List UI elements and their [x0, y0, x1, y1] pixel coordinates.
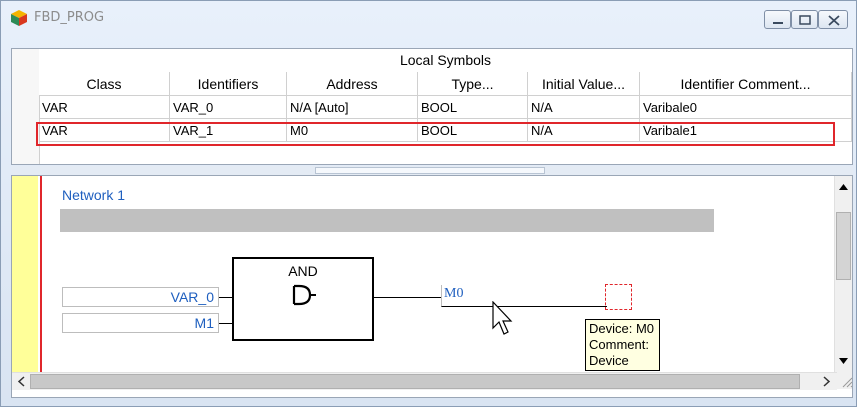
vertical-scroll-thumb[interactable] — [836, 212, 851, 280]
cell-class[interactable]: VAR — [39, 96, 170, 119]
horizontal-scroll-thumb[interactable] — [30, 374, 800, 389]
input-field-m1[interactable]: M1 — [62, 313, 219, 333]
maximize-button[interactable] — [791, 10, 818, 29]
tooltip-device-comment: Device — [589, 353, 629, 368]
minimize-button[interactable] — [764, 10, 791, 29]
cell-class[interactable]: VAR — [39, 119, 170, 142]
table-row[interactable]: VAR VAR_1 M0 BOOL N/A Varibale1 — [39, 119, 852, 142]
network-comment-bar[interactable] — [60, 209, 714, 232]
resize-grip-icon[interactable] — [837, 372, 852, 389]
table-row[interactable]: VAR VAR_0 N/A [Auto] BOOL N/A Varibale0 — [39, 96, 852, 119]
fbd-editor[interactable]: Network 1 VAR_0 M1 AND M0 Device: M0 Com… — [11, 175, 853, 398]
output-wire — [374, 297, 442, 298]
cell-type[interactable]: BOOL — [418, 96, 528, 119]
column-header-class[interactable]: Class — [39, 72, 170, 96]
network-margin[interactable] — [12, 176, 38, 372]
horizontal-scrollbar[interactable] — [12, 372, 837, 390]
vertical-scrollbar[interactable] — [834, 176, 852, 372]
window-title: FBD_PROG — [34, 10, 105, 25]
cell-type[interactable]: BOOL — [418, 119, 528, 142]
cell-initial-value[interactable]: N/A — [528, 119, 640, 142]
power-rail — [40, 176, 42, 372]
column-headers: Class Identifiers Address Type... Initia… — [39, 72, 852, 96]
scroll-up-icon[interactable] — [835, 179, 852, 196]
cell-address[interactable]: M0 — [287, 119, 418, 142]
pane-splitter[interactable] — [11, 166, 853, 181]
splitter-grip[interactable] — [315, 167, 545, 181]
scroll-down-icon[interactable] — [835, 352, 852, 369]
row-selector-column[interactable] — [12, 49, 40, 164]
scroll-left-icon[interactable] — [13, 373, 30, 390]
column-header-identifier-comment[interactable]: Identifier Comment... — [640, 72, 852, 96]
local-symbols-table: Local Symbols Class Identifiers Address … — [11, 48, 853, 165]
title-bar[interactable]: FBD_PROG — [1, 1, 856, 35]
local-symbols-heading: Local Symbols — [39, 49, 852, 73]
cell-initial-value[interactable]: N/A — [528, 96, 640, 119]
close-button[interactable] — [818, 10, 848, 29]
block-name: AND — [288, 263, 318, 279]
program-cube-icon — [11, 10, 27, 26]
cell-identifier[interactable]: VAR_0 — [170, 96, 287, 119]
mouse-pointer-icon — [492, 301, 513, 335]
network-label: Network 1 — [62, 187, 126, 203]
and-function-block[interactable]: AND — [232, 257, 374, 341]
minimize-icon — [773, 22, 783, 24]
fbd-prog-window: FBD_PROG Local Symbols Class Identifiers… — [0, 0, 857, 407]
input-wire-2 — [219, 323, 232, 324]
restore-icon — [799, 15, 811, 25]
tooltip-device: Device: M0 — [589, 321, 655, 336]
device-tooltip: Device: M0 Comment: Device — [585, 319, 660, 371]
column-header-initial-value[interactable]: Initial Value... — [528, 72, 640, 96]
cell-identifier[interactable]: VAR_1 — [170, 119, 287, 142]
and-gate-icon — [292, 284, 316, 306]
output-coil-placeholder[interactable] — [605, 284, 632, 310]
input-field-var0[interactable]: VAR_0 — [62, 287, 219, 307]
close-icon — [828, 15, 840, 26]
cell-comment[interactable]: Varibale0 — [640, 96, 852, 119]
column-header-identifiers[interactable]: Identifiers — [170, 72, 287, 96]
cell-comment[interactable]: Varibale1 — [640, 119, 852, 142]
cell-address[interactable]: N/A [Auto] — [287, 96, 418, 119]
column-header-address[interactable]: Address — [287, 72, 418, 96]
tooltip-comment: Comment: — [589, 337, 649, 352]
output-variable[interactable]: M0 — [441, 285, 607, 307]
column-header-type[interactable]: Type... — [418, 72, 528, 96]
scroll-right-icon[interactable] — [818, 373, 835, 390]
input-wire-1 — [219, 297, 232, 298]
